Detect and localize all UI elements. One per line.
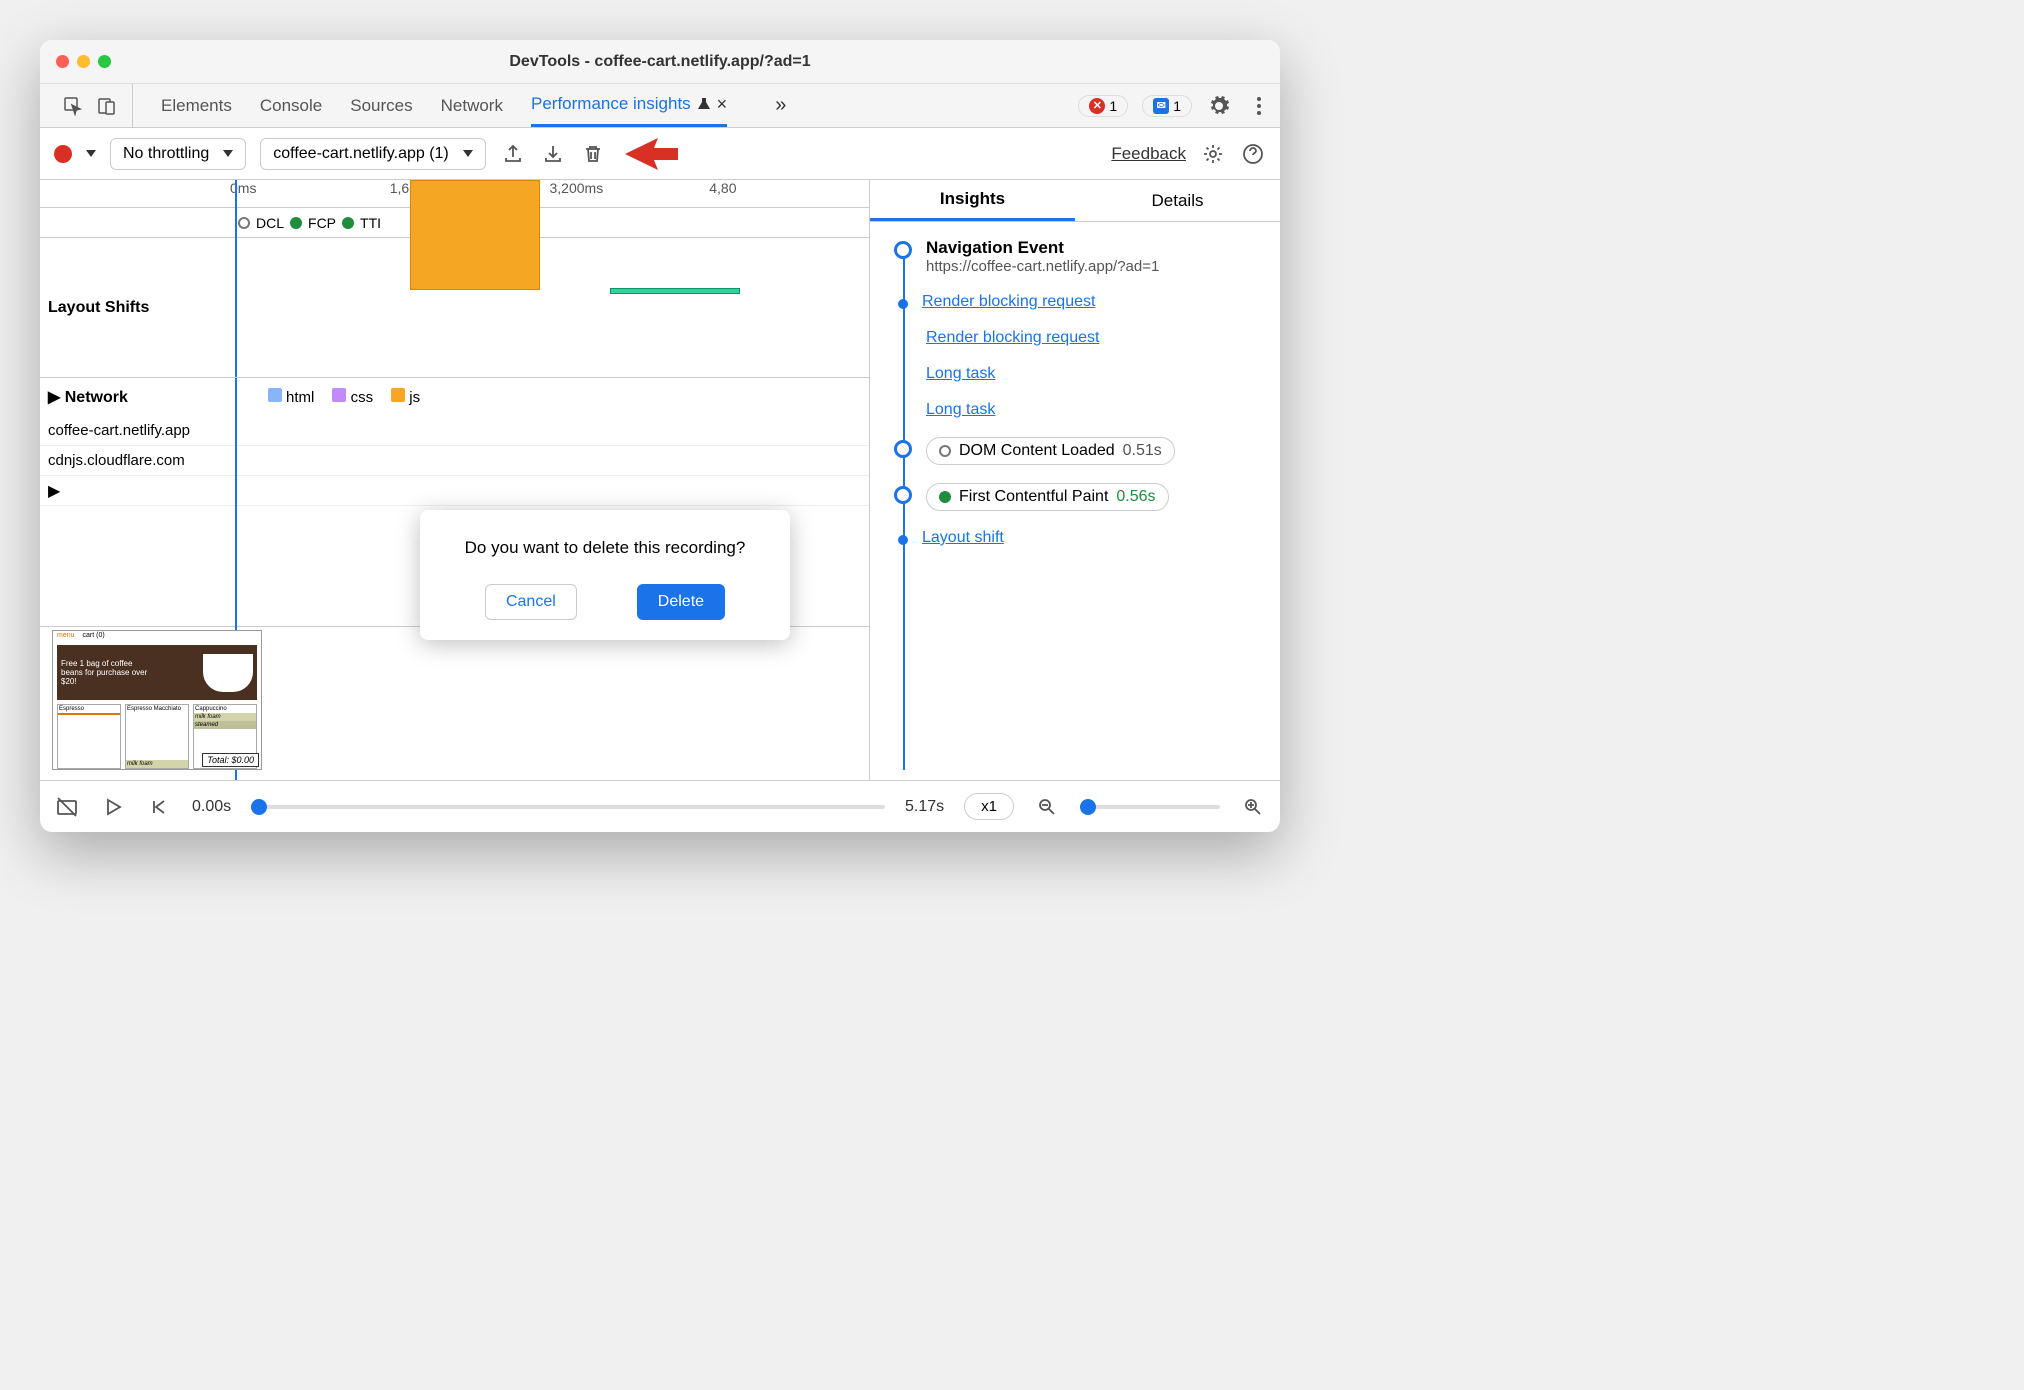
timeline-marker	[894, 486, 912, 504]
play-icon[interactable]	[100, 794, 126, 820]
recording-toolbar: No throttling coffee-cart.netlify.app (1…	[40, 128, 1280, 180]
import-icon[interactable]	[540, 141, 566, 167]
window-controls	[56, 55, 111, 68]
fcp-chip-icon	[939, 491, 951, 503]
insights-list: Navigation Event https://coffee-cart.net…	[870, 222, 1280, 780]
delete-confirmation-dialog: Do you want to delete this recording? Ca…	[420, 510, 790, 640]
navigation-event-title: Navigation Event	[926, 238, 1159, 258]
playback-start-time: 0.00s	[192, 798, 231, 816]
export-icon[interactable]	[500, 141, 526, 167]
zoom-slider[interactable]	[1080, 805, 1220, 809]
playback-end-time: 5.17s	[905, 798, 944, 816]
settings-gear-icon[interactable]	[1206, 93, 1232, 119]
help-icon[interactable]	[1240, 141, 1266, 167]
thumbnail-total: Total: $0.00	[202, 753, 259, 767]
html-legend-icon	[268, 388, 282, 402]
rewind-icon[interactable]	[146, 794, 172, 820]
render-blocking-link[interactable]: Render blocking request	[922, 293, 1095, 311]
timeline-dot	[898, 299, 908, 309]
playback-footer: 0.00s 5.17s x1	[40, 780, 1280, 832]
device-toggle-icon[interactable]	[94, 93, 120, 119]
render-expand-icon[interactable]: ▶	[40, 476, 869, 506]
timeline-marker	[894, 440, 912, 458]
network-row[interactable]: coffee-cart.netlify.app	[40, 416, 869, 446]
fcp-marker-icon	[290, 217, 302, 229]
layout-shift-link[interactable]: Layout shift	[922, 529, 1004, 547]
zoom-out-icon[interactable]	[1034, 794, 1060, 820]
ruler-tick: 0ms	[230, 180, 390, 207]
render-blocking-link[interactable]: Render blocking request	[926, 329, 1099, 347]
devtools-window: DevTools - coffee-cart.netlify.app/?ad=1…	[40, 40, 1280, 832]
timeline-dot	[898, 535, 908, 545]
insights-panel: Insights Details Navigation Event https:…	[870, 180, 1280, 780]
minimize-window[interactable]	[77, 55, 90, 68]
playback-speed[interactable]: x1	[964, 793, 1014, 820]
delete-button[interactable]: Delete	[637, 584, 725, 620]
panel-settings-icon[interactable]	[1200, 141, 1226, 167]
long-task-link[interactable]: Long task	[926, 401, 995, 419]
dcl-marker-icon	[238, 217, 250, 229]
panel-tab-insights[interactable]: Insights	[870, 180, 1075, 221]
tab-close-icon[interactable]: ×	[717, 94, 728, 115]
css-legend-icon	[332, 388, 346, 402]
window-title: DevTools - coffee-cart.netlify.app/?ad=1	[40, 53, 1280, 71]
long-task-link[interactable]: Long task	[926, 365, 995, 383]
message-icon: ✉	[1153, 98, 1169, 114]
delete-icon[interactable]	[580, 141, 606, 167]
screenshot-toggle-icon[interactable]	[54, 794, 80, 820]
recording-select[interactable]: coffee-cart.netlify.app (1)	[260, 138, 486, 170]
throttling-select[interactable]: No throttling	[110, 138, 246, 170]
lcp-block[interactable]	[410, 180, 540, 290]
tab-elements[interactable]: Elements	[161, 84, 232, 127]
tti-marker-icon	[342, 217, 354, 229]
tabs-overflow-icon[interactable]: »	[775, 94, 786, 117]
fcp-chip[interactable]: First Contentful Paint 0.56s	[926, 483, 1169, 511]
tab-performance-insights[interactable]: Performance insights ×	[531, 84, 727, 127]
close-window[interactable]	[56, 55, 69, 68]
playback-slider[interactable]	[251, 805, 885, 809]
message-badge[interactable]: ✉ 1	[1142, 95, 1192, 117]
record-button[interactable]	[54, 145, 72, 163]
flask-icon	[697, 97, 711, 111]
tab-sources[interactable]: Sources	[350, 84, 412, 127]
dcl-chip[interactable]: DOM Content Loaded 0.51s	[926, 437, 1175, 465]
layout-shifts-section: Layout Shifts	[40, 238, 869, 378]
timeline-marker	[894, 241, 912, 259]
frame-thumbnail: menucart (0) Free 1 bag of coffee beans …	[52, 630, 262, 770]
maximize-window[interactable]	[98, 55, 111, 68]
network-row[interactable]: cdnjs.cloudflare.com	[40, 446, 869, 476]
cancel-button[interactable]: Cancel	[485, 584, 577, 620]
inspect-icon[interactable]	[60, 93, 86, 119]
main-content: 0ms 1,600ms 3,200ms 4,80 DCL FCP TTI LCP…	[40, 180, 1280, 780]
kebab-menu-icon[interactable]	[1246, 93, 1272, 119]
ruler-tick: 3,200ms	[550, 180, 710, 207]
ruler-tick: 4,80	[709, 180, 869, 207]
panel-tabbar: Elements Console Sources Network Perform…	[40, 84, 1280, 128]
error-badge[interactable]: ✕ 1	[1078, 95, 1128, 117]
dialog-message: Do you want to delete this recording?	[444, 538, 766, 558]
panel-tab-details[interactable]: Details	[1075, 180, 1280, 221]
chevron-down-icon	[223, 150, 233, 157]
tab-console[interactable]: Console	[260, 84, 322, 127]
js-legend-icon	[391, 388, 405, 402]
dcl-chip-icon	[939, 445, 951, 457]
navigation-url: https://coffee-cart.netlify.app/?ad=1	[926, 258, 1159, 275]
zoom-in-icon[interactable]	[1240, 794, 1266, 820]
network-expand-icon[interactable]: ▶ Network	[48, 387, 128, 407]
cls-block[interactable]	[610, 288, 740, 294]
chevron-down-icon	[463, 150, 473, 157]
feedback-link[interactable]: Feedback	[1111, 144, 1186, 164]
titlebar: DevTools - coffee-cart.netlify.app/?ad=1	[40, 40, 1280, 84]
record-options-caret[interactable]	[86, 150, 96, 157]
error-icon: ✕	[1089, 98, 1105, 114]
pointer-arrow-annotation	[620, 132, 680, 176]
timeline-area: 0ms 1,600ms 3,200ms 4,80 DCL FCP TTI LCP…	[40, 180, 870, 780]
tab-network[interactable]: Network	[441, 84, 503, 127]
